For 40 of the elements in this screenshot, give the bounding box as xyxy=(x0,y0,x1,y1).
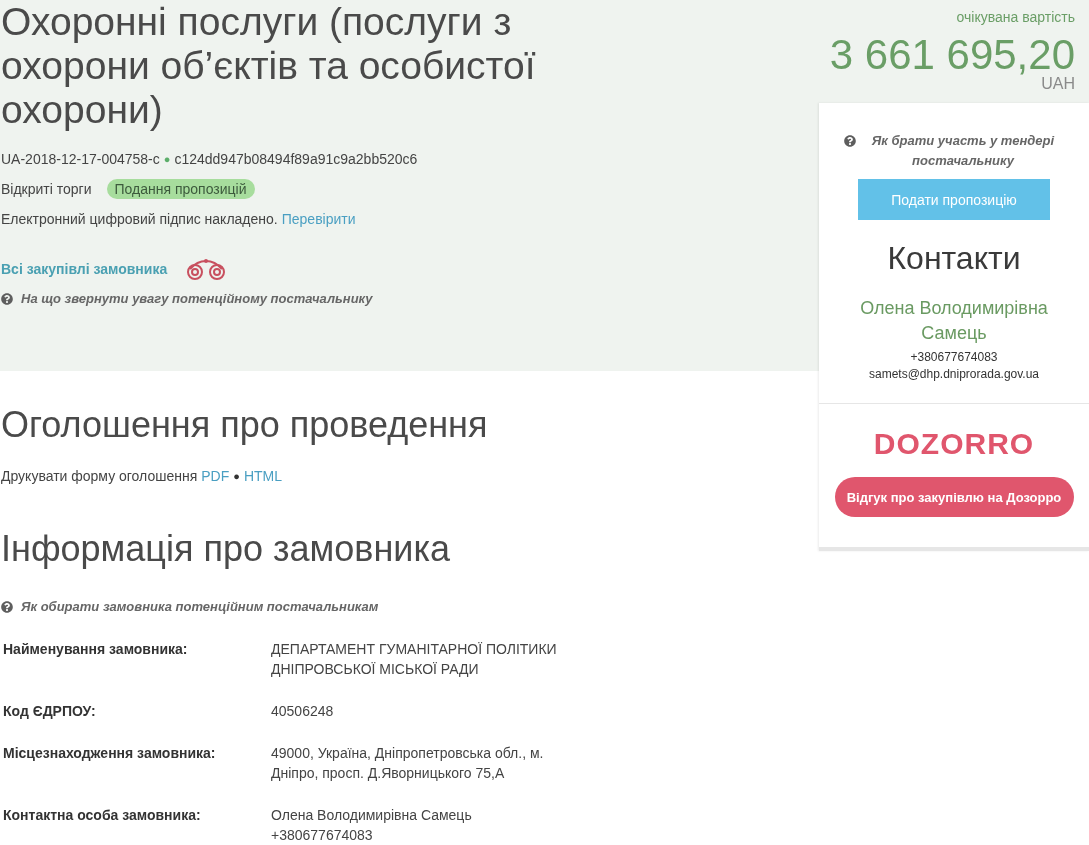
help-link[interactable]: На що звернути увагу потенційному постачальнику xyxy=(21,289,373,309)
tender-id: UA-2018-12-17-004758-c xyxy=(1,150,160,169)
submit-proposal-button[interactable]: Подати пропозицію xyxy=(858,179,1050,220)
print-format-link[interactable]: PDF xyxy=(201,466,230,486)
logo: DOZORRO xyxy=(873,426,1035,462)
print-format-link[interactable]: HTML xyxy=(243,466,283,486)
verify-link[interactable]: Перевірити xyxy=(281,209,356,229)
field-label: Код ЄДРПОУ: xyxy=(2,702,97,721)
feedback-button[interactable]: Відгук про закупівлю на Дозорро xyxy=(834,477,1074,517)
section-heading: Інформація про замовника xyxy=(1,527,450,571)
field-value: ДЕПАРТАМЕНТ ГУМАНІТАРНОЇ ПОЛІТИКИ ДНІПРОВСЬКОЇ МІСЬКОЇ РАДИ xyxy=(271,640,558,679)
help-link[interactable]: Як брати участь у тендері постачальнику xyxy=(862,131,1064,171)
binoculars-icon xyxy=(185,258,228,280)
section-heading: Оголошення про проведення xyxy=(1,403,488,447)
procedure-type: Відкриті торги xyxy=(1,180,92,199)
field-value: Олена Володимирівна Самець xyxy=(271,806,473,825)
field-label: Контактна особа замовника: xyxy=(2,806,202,825)
field-value: 49000, Україна, Дніпропетровська обл., м. Дніпро, просп. Д.Яворницького 75,А xyxy=(271,744,545,783)
currency-label: UAH xyxy=(1041,75,1075,93)
tender-hash: c124dd947b08494f89a91c9a2bb520c6 xyxy=(174,150,418,169)
print-label: Друкувати форму оголошення xyxy=(1,467,198,486)
contact-phone: +380677674083 xyxy=(910,349,998,366)
help-link[interactable]: Як обирати замовника потенційним постачальникам xyxy=(21,597,379,617)
price-label: очікувана вартість xyxy=(956,8,1075,27)
buyer-procurements-link[interactable]: Всі закупівлі замовника xyxy=(1,259,168,279)
tender-title: Охоронні послуги (послуги з охорони об’єктів та особистої охорони) xyxy=(1,0,537,132)
field-value: +380677674083 xyxy=(271,826,374,845)
contacts-heading: Контакти xyxy=(887,239,1021,278)
field-value: 40506248 xyxy=(271,702,335,721)
status-badge: Подання пропозицій xyxy=(106,179,255,199)
signature-notice: Електронний цифровий підпис накладено. xyxy=(1,210,278,229)
help-icon xyxy=(844,135,856,147)
contact-email: samets@dhp.dniprorada.gov.ua xyxy=(868,366,1040,383)
field-label: Найменування замовника: xyxy=(2,640,189,659)
contact-name: Олена Володимирівна Самець xyxy=(859,297,1049,345)
help-icon xyxy=(1,293,13,305)
help-icon xyxy=(1,601,13,613)
field-label: Місцезнаходження замовника: xyxy=(2,744,217,763)
separator-dot: ● xyxy=(233,469,240,484)
separator-dot: ● xyxy=(163,152,171,167)
